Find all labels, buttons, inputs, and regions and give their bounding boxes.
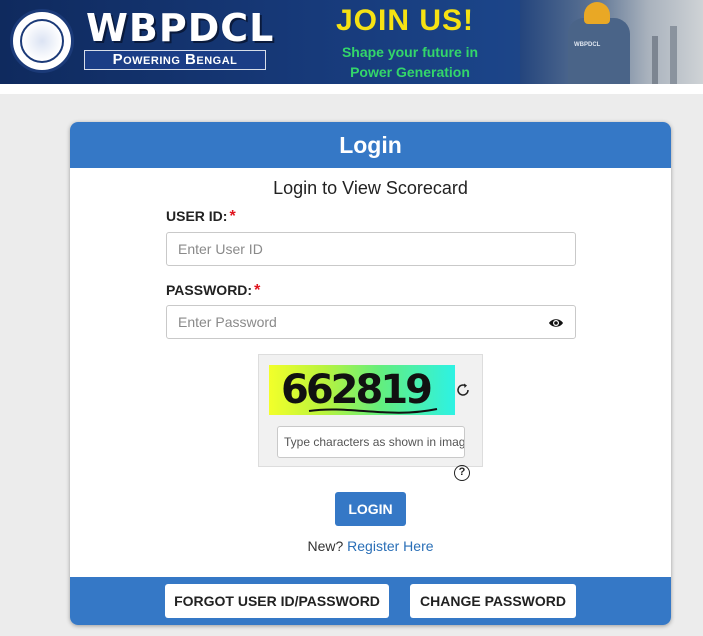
- required-marker: *: [229, 208, 236, 225]
- worker-photo: WBPDCL: [520, 0, 703, 84]
- captcha-noise-line: [308, 408, 438, 414]
- user-id-label: USER ID: *: [166, 208, 236, 226]
- join-us-subtitle: Shape your future in Power Generation: [330, 42, 490, 82]
- worker-figure: [568, 18, 630, 84]
- hard-hat: [584, 2, 610, 24]
- register-link[interactable]: Register Here: [347, 538, 433, 554]
- password-label-text: PASSWORD:: [166, 282, 253, 298]
- captcha-help-icon[interactable]: ?: [454, 465, 470, 481]
- refresh-icon[interactable]: [455, 382, 471, 398]
- user-id-input[interactable]: [166, 232, 576, 266]
- captcha-input[interactable]: [277, 426, 465, 458]
- worker-shirt-label: WBPDCL: [574, 42, 601, 48]
- new-user-text: New?: [307, 538, 344, 554]
- required-marker: *: [254, 282, 261, 299]
- header-banner: WBPDCL Powering Bengal JOIN US! Shape yo…: [0, 0, 703, 84]
- brand-name: WBPDCL: [86, 6, 275, 50]
- login-card: Login Login to View Scorecard USER ID: * …: [70, 122, 671, 625]
- password-label: PASSWORD: *: [166, 282, 260, 300]
- register-prompt: New? Register Here: [70, 538, 671, 554]
- login-card-header: Login: [70, 122, 671, 168]
- captcha-panel: 662819: [258, 354, 483, 467]
- change-password-button[interactable]: CHANGE PASSWORD: [410, 584, 576, 618]
- login-subtitle: Login to View Scorecard: [273, 178, 468, 198]
- join-us-line-2: Power Generation: [350, 64, 470, 80]
- join-us-title: JOIN US!: [336, 4, 475, 37]
- banner-divider: [0, 84, 703, 94]
- captcha-image: 662819: [269, 365, 455, 415]
- login-card-footer: FORGOT USER ID/PASSWORD CHANGE PASSWORD: [70, 577, 671, 625]
- user-id-label-text: USER ID:: [166, 208, 228, 224]
- brand-tagline: Powering Bengal: [84, 50, 266, 70]
- password-input[interactable]: [166, 305, 576, 339]
- eye-icon[interactable]: [548, 315, 564, 331]
- join-us-line-1: Shape your future in: [341, 44, 479, 60]
- chimney-right: [670, 26, 677, 84]
- company-logo: [10, 9, 74, 73]
- login-button[interactable]: LOGIN: [335, 492, 406, 526]
- forgot-credentials-button[interactable]: FORGOT USER ID/PASSWORD: [165, 584, 389, 618]
- chimney-left: [652, 36, 658, 84]
